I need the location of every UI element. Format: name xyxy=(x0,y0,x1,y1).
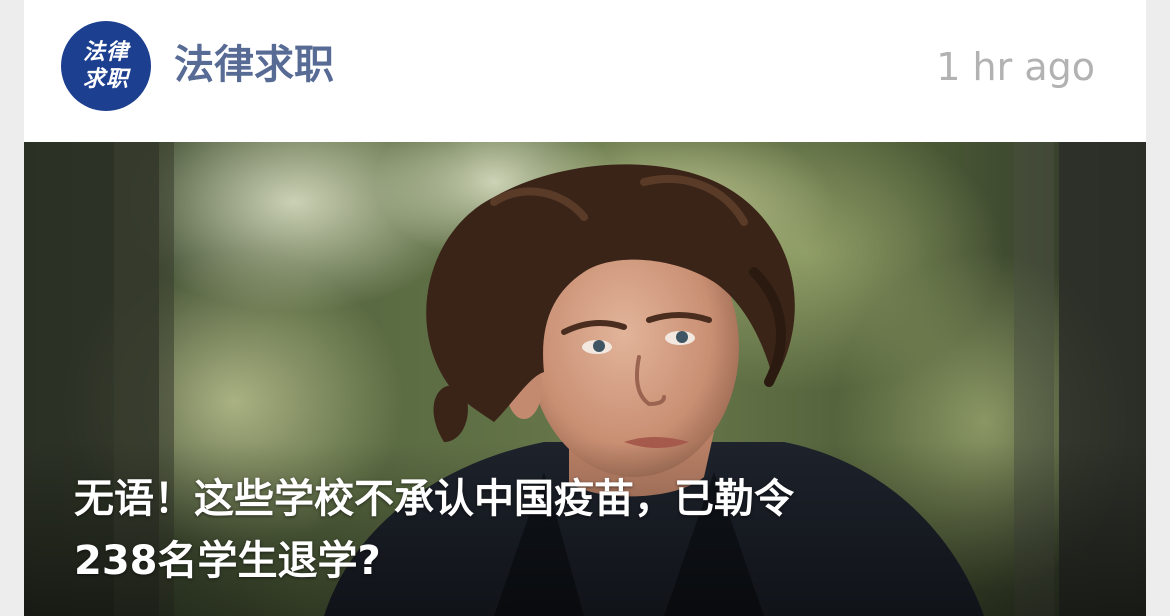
account-avatar[interactable]: 法律 求职 xyxy=(61,21,151,111)
avatar-text-line1: 法律 xyxy=(82,40,129,65)
post-timestamp: 1 hr ago xyxy=(936,45,1095,89)
cover-image[interactable]: 无语！这些学校不承认中国疫苗，已勒令 238名学生退学? xyxy=(24,142,1146,616)
account-name[interactable]: 法律求职 xyxy=(174,38,334,92)
article-card[interactable]: 法律 求职 法律求职 1 hr ago 无语！这些学校不承认中国疫苗，已勒令 2… xyxy=(24,0,1146,616)
card-header: 法律 求职 法律求职 1 hr ago xyxy=(24,0,1146,142)
avatar-text-line2: 求职 xyxy=(82,67,129,92)
headline-line-2: 238名学生退学? xyxy=(74,538,381,584)
article-headline[interactable]: 无语！这些学校不承认中国疫苗，已勒令 238名学生退学? xyxy=(74,468,1074,592)
headline-line-1: 无语！这些学校不承认中国疫苗，已勒令 xyxy=(74,476,794,522)
